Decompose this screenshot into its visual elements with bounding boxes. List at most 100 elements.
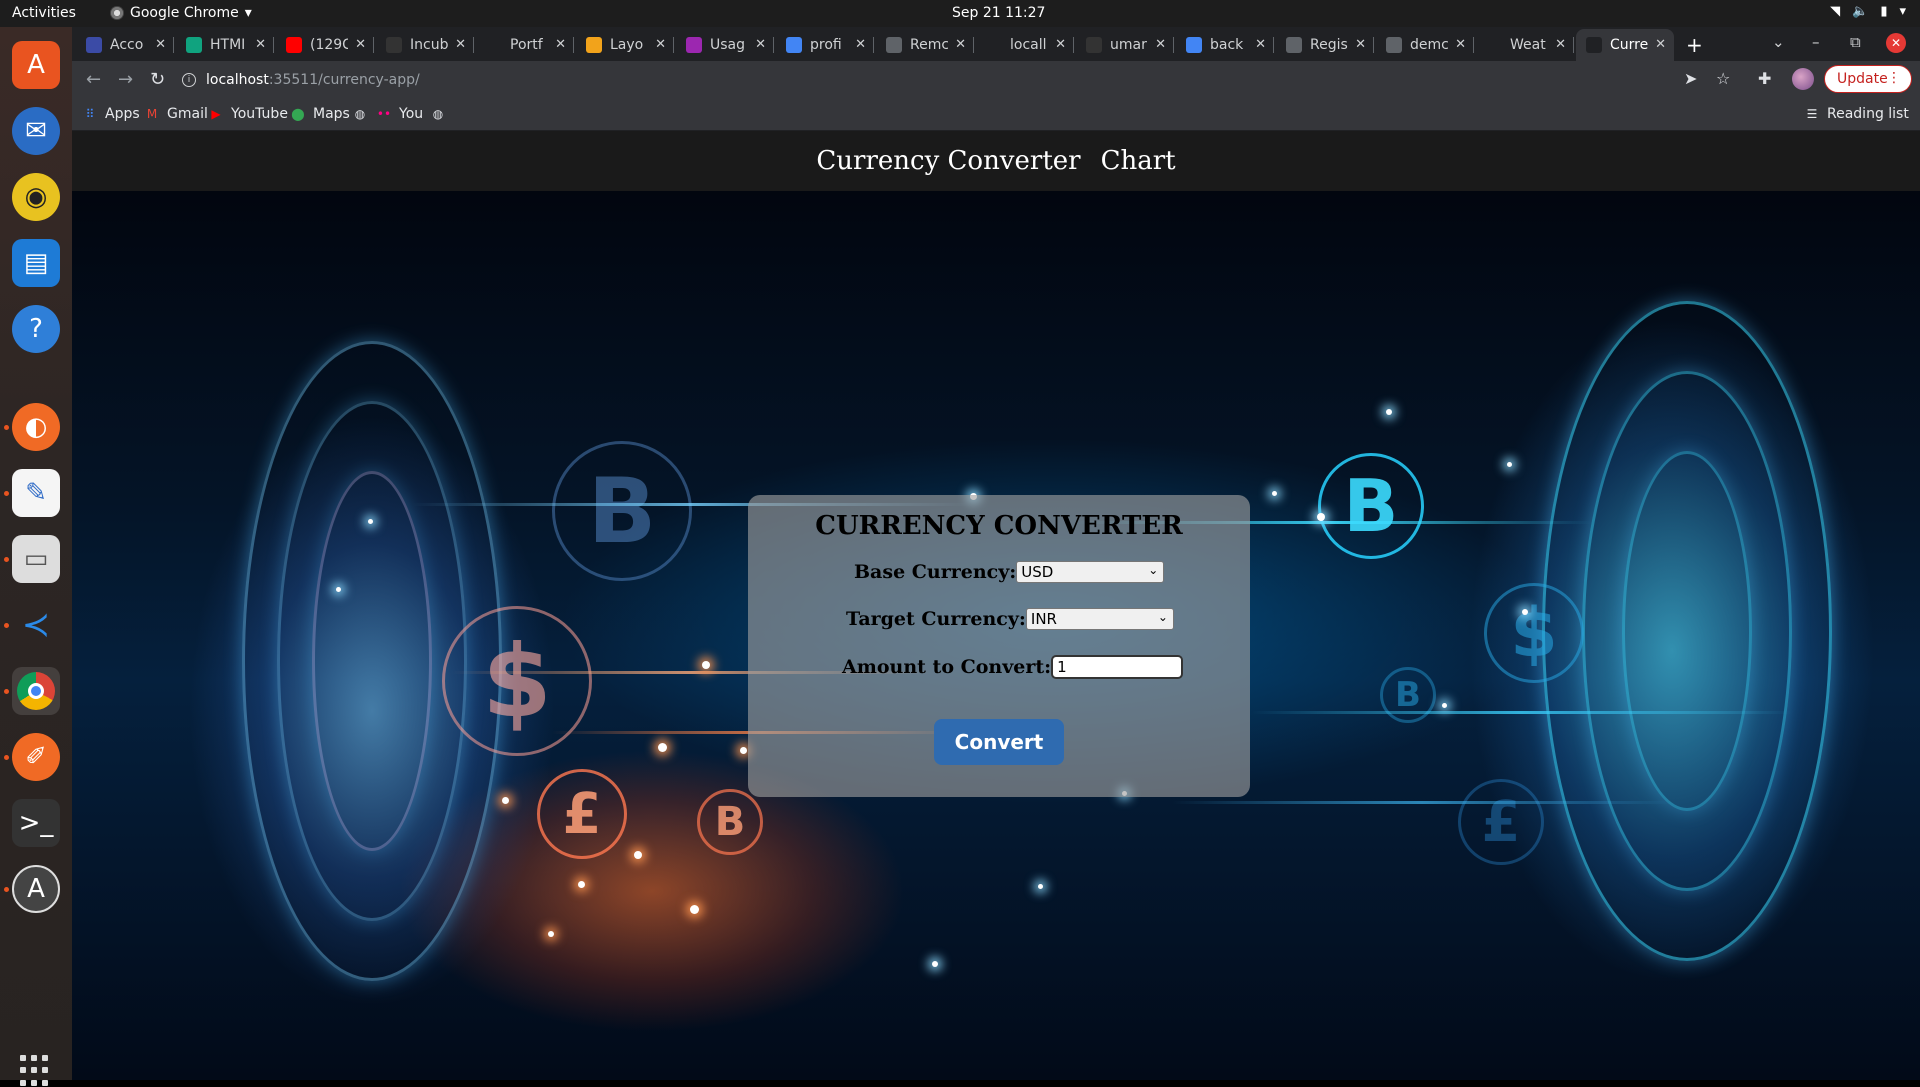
tab-3[interactable]: Incub ✕ (376, 29, 474, 61)
bookmarks-bar: ⠿ Apps M Gmail ▶ YouTube ⬤ Maps ◍ •• You ◍ ☰ Readin… (72, 99, 1920, 131)
tab-11[interactable]: back ✕ (1176, 29, 1274, 61)
close-tab-icon[interactable]: ✕ (655, 37, 666, 52)
color-picker-icon[interactable]: ✐ (12, 733, 60, 781)
terminal-icon[interactable]: >_ (12, 799, 60, 847)
dock: A ✉ ◉ ▤ ? ◐ ✎ ▭ ≺ ✐ >_ A (0, 27, 72, 1086)
browser-window: Acco ✕ HTMI ✕ (129C ✕ Incub ✕ Portf ✕ Layo ✕ Usag ✕ pr… (72, 27, 1920, 1080)
tab-6[interactable]: Usag ✕ (676, 29, 774, 61)
close-tab-icon[interactable]: ✕ (955, 37, 966, 52)
tab-2[interactable]: (129C ✕ (276, 29, 374, 61)
base-currency-select[interactable]: USD ⌄ (1016, 561, 1165, 583)
app-menu[interactable]: Google Chrome ▾ (110, 5, 252, 21)
writer-icon[interactable]: ▤ (12, 239, 60, 287)
reading-list-icon: ☰ (1806, 107, 1818, 121)
rhythmbox-icon[interactable]: ◉ (12, 173, 60, 221)
forward-icon[interactable]: → (118, 69, 133, 90)
nav-link-currency-converter[interactable]: Currency Converter (816, 146, 1080, 176)
bookmark-0[interactable]: ⠿ Apps (82, 106, 140, 122)
extensions-icon[interactable]: ✚ (1758, 69, 1771, 88)
close-tab-icon[interactable]: ✕ (1555, 37, 1566, 52)
close-tab-icon[interactable]: ✕ (155, 37, 166, 52)
tab-10[interactable]: umar ✕ (1076, 29, 1174, 61)
tab-8[interactable]: Remc ✕ (876, 29, 974, 61)
clock[interactable]: Sep 21 11:27 (952, 5, 1045, 21)
tab-13[interactable]: demc ✕ (1376, 29, 1474, 61)
close-tab-icon[interactable]: ✕ (1055, 37, 1066, 52)
youtube-icon: ▶ (211, 107, 221, 121)
close-window-icon[interactable]: ✕ (1886, 33, 1906, 53)
bookmark-4[interactable]: ◍ (352, 106, 368, 122)
restore-icon[interactable]: ⧉ (1850, 33, 1861, 51)
address-bar[interactable]: i localhost:35511/currency-app/ (182, 65, 1822, 95)
base-currency-value: USD (1021, 563, 1054, 581)
new-tab-button[interactable]: + (1686, 33, 1703, 57)
back-icon[interactable]: ← (86, 69, 101, 90)
close-tab-icon[interactable]: ✕ (1355, 37, 1366, 52)
show-applications-icon[interactable] (20, 1055, 52, 1087)
close-tab-icon[interactable]: ✕ (1655, 37, 1666, 52)
github-icon (386, 37, 402, 53)
caret-down-icon: ▾ (244, 5, 252, 21)
globe-icon: ◍ (354, 107, 366, 121)
site-info-icon[interactable]: i (182, 73, 196, 87)
close-tab-icon[interactable]: ✕ (455, 37, 466, 52)
tab-5[interactable]: Layo ✕ (576, 29, 674, 61)
close-tab-icon[interactable]: ✕ (555, 37, 566, 52)
reading-list-button[interactable]: ☰ Reading list (1804, 106, 1909, 122)
profile-avatar[interactable] (1792, 68, 1814, 90)
software-center-icon[interactable]: A (12, 41, 60, 89)
tab-12[interactable]: Regis ✕ (1276, 29, 1374, 61)
tab-title: Incub (410, 37, 448, 53)
update-button[interactable]: Update ⋮ (1824, 65, 1912, 93)
firefox-icon[interactable]: ◐ (12, 403, 60, 451)
bookmark-2[interactable]: ▶ YouTube (208, 106, 288, 122)
base-currency-row: Base Currency: USD ⌄ (854, 561, 1165, 583)
target-currency-select[interactable]: INR ⌄ (1025, 608, 1174, 630)
send-icon[interactable]: ➤ (1684, 69, 1697, 88)
system-top-bar: Activities Google Chrome ▾ Sep 21 11:27 … (0, 0, 1920, 27)
convert-button[interactable]: Convert (934, 719, 1064, 765)
bookmark-5[interactable]: •• You (376, 106, 423, 122)
close-tab-icon[interactable]: ✕ (1155, 37, 1166, 52)
close-tab-icon[interactable]: ✕ (1255, 37, 1266, 52)
activities-button[interactable]: Activities (12, 5, 76, 21)
bitcoin-coin-icon: B (1318, 453, 1424, 559)
tab-1[interactable]: HTMI ✕ (176, 29, 274, 61)
close-tab-icon[interactable]: ✕ (255, 37, 266, 52)
help-icon[interactable]: ? (12, 305, 60, 353)
bookmark-1[interactable]: M Gmail (144, 106, 208, 122)
system-tray[interactable]: ◥ 🔈 ▮ ▾ (1830, 4, 1906, 19)
text-editor-icon[interactable]: ✎ (12, 469, 60, 517)
vscode-icon[interactable]: ≺ (12, 601, 60, 649)
bookmark-6[interactable]: ◍ (430, 106, 446, 122)
close-tab-icon[interactable]: ✕ (855, 37, 866, 52)
gmail-icon: M (146, 107, 158, 121)
reload-icon[interactable]: ↻ (150, 69, 165, 90)
tab-4[interactable]: Portf ✕ (476, 29, 574, 61)
tab-9[interactable]: locall ✕ (976, 29, 1074, 61)
amount-input[interactable]: 1 (1051, 655, 1184, 679)
tab-title: Usag (710, 37, 746, 53)
bookmark-star-icon[interactable]: ☆ (1716, 69, 1730, 88)
files-icon[interactable]: ▭ (12, 535, 60, 583)
globe-icon: ◍ (432, 107, 444, 121)
bookmark-3[interactable]: ⬤ Maps (290, 106, 350, 122)
tab-search-icon[interactable]: ⌄ (1772, 33, 1785, 51)
close-tab-icon[interactable]: ✕ (1455, 37, 1466, 52)
tab-15[interactable]: Curre ✕ (1576, 29, 1674, 61)
tab-title: Regis (1310, 37, 1348, 53)
tab-14[interactable]: Weat ✕ (1476, 29, 1574, 61)
bitcoin-coin-icon: B (552, 441, 692, 581)
tab-7[interactable]: profi ✕ (776, 29, 874, 61)
minimize-icon[interactable]: – (1812, 33, 1820, 51)
pound-coin-icon: £ (1458, 779, 1544, 865)
software-updater-icon[interactable]: A (12, 865, 60, 913)
close-tab-icon[interactable]: ✕ (355, 37, 366, 52)
tab-title: locall (1010, 37, 1047, 53)
dollar-coin-icon: $ (1484, 583, 1584, 683)
thunderbird-icon[interactable]: ✉ (12, 107, 60, 155)
nav-link-chart[interactable]: Chart (1101, 146, 1176, 176)
close-tab-icon[interactable]: ✕ (755, 37, 766, 52)
chrome-dock-icon[interactable] (12, 667, 60, 715)
tab-0[interactable]: Acco ✕ (76, 29, 174, 61)
